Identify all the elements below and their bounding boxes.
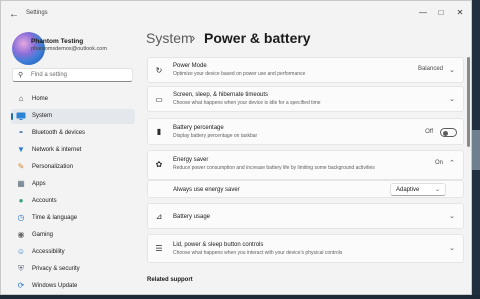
toggle-knob: [443, 130, 448, 136]
sidebar-item-home[interactable]: ⌂ Home: [11, 92, 135, 107]
dropdown-value: Adaptive: [396, 187, 420, 193]
battery-icon: ▮: [156, 127, 162, 136]
always-use-energy-saver-row: Always use energy saver Adaptive ⌄: [147, 180, 464, 198]
sidebar-item-label: Apps: [32, 181, 46, 187]
related-support-heading: Related support: [147, 277, 193, 283]
profile-name: Phantom Testing: [31, 38, 84, 45]
sidebar-item-windows-update[interactable]: ⟳ Windows Update: [11, 279, 135, 294]
back-arrow-icon[interactable]: ←: [7, 8, 21, 22]
power-mode-value: Balanced: [417, 66, 443, 72]
search-icon: ⚲: [18, 72, 24, 79]
sidebar-item-time-language[interactable]: ◷ Time & language: [11, 211, 135, 226]
screen-sleep-card[interactable]: ▭ Screen, sleep, & hibernate timeouts Ch…: [147, 86, 464, 112]
battery-usage-card[interactable]: ⊿ Battery usage ⌄: [147, 203, 464, 229]
power-mode-title: Power Mode: [173, 63, 207, 69]
sidebar-item-privacy-security[interactable]: ⛨ Privacy & security: [11, 262, 135, 277]
screen-sleep-title: Screen, sleep, & hibernate timeouts: [173, 92, 269, 98]
apps-icon: ▦: [17, 179, 25, 188]
person-icon: ●: [18, 196, 24, 205]
energy-saver-state: On: [434, 160, 443, 166]
sidebar-item-accounts[interactable]: ● Accounts: [11, 194, 135, 209]
power-mode-icon: ↻: [155, 66, 163, 75]
energy-saver-card[interactable]: ✿ Energy saver Reduce power consumption …: [147, 150, 464, 180]
sidebar-item-label: Windows Update: [32, 283, 78, 289]
home-icon: ⌂: [18, 94, 24, 103]
screen-sleep-subtitle: Choose what happens when your device is …: [173, 100, 321, 106]
battery-usage-title: Battery usage: [173, 214, 211, 220]
profile-email: phantomsdemos@outlook.com: [31, 46, 107, 52]
battery-percentage-state: Off: [425, 129, 433, 135]
chevron-down-icon: ⌄: [449, 67, 455, 74]
sidebar-item-label: Accounts: [32, 198, 57, 204]
sidebar-item-label: System: [32, 113, 53, 119]
list-icon: ☰: [155, 244, 163, 253]
chevron-down-icon: ⌄: [449, 96, 455, 103]
breadcrumb-system[interactable]: System: [146, 30, 193, 46]
sidebar-item-label: Network & internet: [32, 147, 82, 153]
power-mode-card[interactable]: ↻ Power Mode Optimize your device based …: [147, 57, 464, 83]
lid-controls-card[interactable]: ☰ Lid, power & sleep button controls Cho…: [147, 234, 464, 263]
accessibility-icon: ☺: [16, 247, 26, 256]
battery-percentage-title: Battery percentage: [173, 125, 224, 131]
app-title: Settings: [26, 10, 48, 16]
sidebar-item-gaming[interactable]: ◉ Gaming: [11, 228, 135, 243]
settings-window: ← Settings — □ ✕ Phantom Testing phantom…: [0, 0, 472, 295]
sidebar-item-label: Time & language: [32, 215, 78, 221]
page-title: Power & battery: [204, 30, 311, 46]
sidebar-item-accessibility[interactable]: ☺ Accessibility: [11, 245, 135, 260]
sidebar-item-label: Gaming: [32, 232, 54, 238]
controller-icon: ◉: [17, 230, 25, 239]
breadcrumb-separator: ›: [191, 30, 196, 45]
chart-icon: ⊿: [155, 212, 163, 221]
minimize-button[interactable]: —: [415, 6, 431, 20]
search-input[interactable]: ⚲ Find a setting: [12, 68, 133, 82]
energy-saver-title: Energy saver: [173, 157, 209, 163]
chevron-down-icon: ⌄: [434, 187, 440, 193]
close-button[interactable]: ✕: [452, 6, 468, 20]
battery-percentage-subtitle: Display battery percentage on taskbar: [173, 133, 258, 139]
sidebar-item-personalization[interactable]: ✎ Personalization: [11, 160, 135, 175]
sidebar-item-label: Personalization: [32, 164, 74, 170]
sidebar-item-label: Home: [32, 96, 49, 102]
screen-icon: ▭: [155, 95, 163, 104]
sidebar-item-network-internet[interactable]: ▼ Network & internet: [11, 143, 135, 158]
lid-controls-title: Lid, power & sleep button controls: [173, 242, 264, 248]
scrollbar[interactable]: [467, 57, 470, 267]
scrollbar-thumb[interactable]: [467, 57, 470, 147]
bluetooth-icon: ◓: [18, 128, 24, 137]
sidebar-item-label: Bluetooth & devices: [32, 130, 86, 136]
battery-percentage-toggle[interactable]: [440, 128, 457, 137]
desktop-background: [472, 0, 480, 299]
power-mode-subtitle: Optimize your device based on power use …: [173, 71, 306, 77]
sidebar-item-label: Accessibility: [32, 249, 65, 255]
battery-percentage-card: ▮ Battery percentage Display battery per…: [147, 118, 464, 145]
always-use-energy-saver-label: Always use energy saver: [173, 187, 240, 193]
globe-clock-icon: ◷: [17, 213, 25, 222]
lid-controls-subtitle: Choose what happens when you interact wi…: [173, 250, 343, 256]
desktop-background: [472, 130, 480, 170]
system-icon: [16, 111, 26, 121]
update-icon: ⟳: [17, 281, 25, 290]
shield-icon: ⛨: [18, 264, 24, 273]
brush-icon: ✎: [17, 162, 25, 171]
chevron-down-icon: ⌄: [449, 213, 455, 220]
sidebar-item-apps[interactable]: ▦ Apps: [11, 177, 135, 192]
energy-saver-dropdown[interactable]: Adaptive ⌄: [390, 183, 446, 196]
chevron-down-icon: ⌄: [449, 245, 455, 252]
wifi-icon: ▼: [17, 145, 25, 154]
energy-saver-subtitle: Reduce power consumption and increase ba…: [173, 165, 375, 171]
chevron-up-icon: ⌃: [449, 160, 455, 167]
sidebar-item-label: Privacy & security: [32, 266, 80, 272]
desktop-background: [0, 295, 480, 299]
maximize-button[interactable]: □: [433, 6, 449, 20]
leaf-icon: ✿: [155, 160, 163, 169]
sidebar-item-system[interactable]: System: [11, 109, 135, 124]
search-placeholder: Find a setting: [31, 72, 68, 78]
title-bar: ← Settings — □ ✕: [1, 1, 471, 29]
sidebar-item-bluetooth-devices[interactable]: ◓ Bluetooth & devices: [11, 126, 135, 141]
